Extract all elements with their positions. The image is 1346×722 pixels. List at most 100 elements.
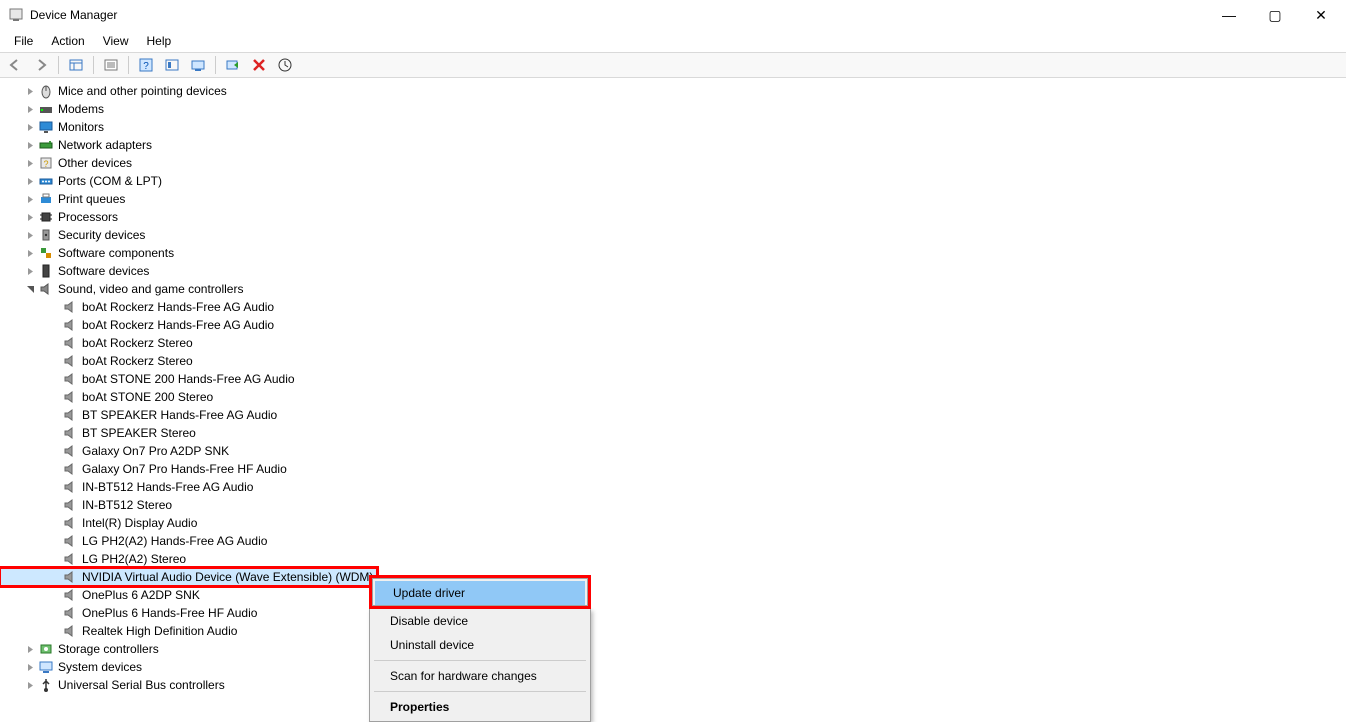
category-label: Security devices	[58, 228, 145, 242]
expander-icon[interactable]	[24, 105, 36, 114]
system-icon	[38, 659, 54, 675]
device-label: OnePlus 6 A2DP SNK	[82, 588, 200, 602]
device-label: OnePlus 6 Hands-Free HF Audio	[82, 606, 257, 620]
expander-icon[interactable]	[24, 87, 36, 96]
tree-device[interactable]: boAt STONE 200 Stereo	[0, 388, 1346, 406]
tree-category[interactable]: Sound, video and game controllers	[0, 280, 1346, 298]
sound-device-icon	[62, 587, 78, 603]
expander-icon[interactable]	[24, 195, 36, 204]
menu-help[interactable]: Help	[139, 32, 180, 50]
titlebar: Device Manager — ▢ ✕	[0, 0, 1346, 30]
device-tree[interactable]: Mice and other pointing devicesModems Mon…	[0, 78, 1346, 714]
menu-view[interactable]: View	[95, 32, 137, 50]
tree-device[interactable]: Galaxy On7 Pro A2DP SNK	[0, 442, 1346, 460]
tree-device[interactable]: Realtek High Definition Audio	[0, 622, 1346, 640]
tree-category[interactable]: Ports (COM & LPT)	[0, 172, 1346, 190]
tree-device[interactable]: LG PH2(A2) Stereo	[0, 550, 1346, 568]
expander-icon[interactable]	[24, 213, 36, 222]
expander-icon[interactable]	[24, 663, 36, 672]
tree-category[interactable]: Storage controllers	[0, 640, 1346, 658]
tree-device[interactable]: boAt Rockerz Stereo	[0, 352, 1346, 370]
tree-device[interactable]: BT SPEAKER Stereo	[0, 424, 1346, 442]
tree-category[interactable]: Processors	[0, 208, 1346, 226]
tree-device[interactable]: IN-BT512 Hands-Free AG Audio	[0, 478, 1346, 496]
device-label: Galaxy On7 Pro A2DP SNK	[82, 444, 229, 458]
properties-button[interactable]	[100, 54, 122, 76]
tree-category[interactable]: Software devices	[0, 262, 1346, 280]
expander-icon[interactable]	[24, 159, 36, 168]
forward-button[interactable]	[30, 54, 52, 76]
back-button[interactable]	[4, 54, 26, 76]
tree-category[interactable]: System devices	[0, 658, 1346, 676]
update-driver-button[interactable]	[274, 54, 296, 76]
device-label: boAt Rockerz Stereo	[82, 336, 193, 350]
expander-icon[interactable]	[24, 177, 36, 186]
sound-device-icon	[62, 515, 78, 531]
device-label: NVIDIA Virtual Audio Device (Wave Extens…	[82, 570, 373, 584]
maximize-button[interactable]: ▢	[1252, 0, 1298, 30]
context-uninstall-device[interactable]: Uninstall device	[372, 633, 588, 657]
other-icon: ?	[38, 155, 54, 171]
show-hide-tree-button[interactable]	[65, 54, 87, 76]
action-button[interactable]	[161, 54, 183, 76]
softdev-icon	[38, 263, 54, 279]
context-disable-device[interactable]: Disable device	[372, 609, 588, 633]
tree-device[interactable]: NVIDIA Virtual Audio Device (Wave Extens…	[0, 568, 377, 586]
tree-device[interactable]: IN-BT512 Stereo	[0, 496, 1346, 514]
context-update-driver[interactable]: Update driver	[375, 581, 585, 605]
sound-device-icon	[62, 569, 78, 585]
cpu-icon	[38, 209, 54, 225]
tree-category[interactable]: Monitors	[0, 118, 1346, 136]
uninstall-device-button[interactable]	[248, 54, 270, 76]
tree-category[interactable]: Mice and other pointing devices	[0, 82, 1346, 100]
menu-file[interactable]: File	[6, 32, 41, 50]
tree-category[interactable]: Network adapters	[0, 136, 1346, 154]
sound-icon	[38, 281, 54, 297]
device-label: Intel(R) Display Audio	[82, 516, 197, 530]
tree-device[interactable]: boAt Rockerz Hands-Free AG Audio	[0, 298, 1346, 316]
tree-device[interactable]: Intel(R) Display Audio	[0, 514, 1346, 532]
tree-category[interactable]: Print queues	[0, 190, 1346, 208]
tree-device[interactable]: boAt STONE 200 Hands-Free AG Audio	[0, 370, 1346, 388]
expander-icon[interactable]	[24, 645, 36, 654]
expander-icon[interactable]	[24, 231, 36, 240]
security-icon	[38, 227, 54, 243]
tree-category[interactable]: ?Other devices	[0, 154, 1346, 172]
context-scan-for-hardware-changes[interactable]: Scan for hardware changes	[372, 664, 588, 688]
expander-icon[interactable]	[24, 141, 36, 150]
context-properties[interactable]: Properties	[372, 695, 588, 719]
device-label: BT SPEAKER Hands-Free AG Audio	[82, 408, 277, 422]
device-label: boAt Rockerz Hands-Free AG Audio	[82, 318, 274, 332]
device-label: IN-BT512 Stereo	[82, 498, 172, 512]
tree-device[interactable]: boAt Rockerz Stereo	[0, 334, 1346, 352]
category-label: Monitors	[58, 120, 104, 134]
tree-device[interactable]: boAt Rockerz Hands-Free AG Audio	[0, 316, 1346, 334]
expander-icon[interactable]	[24, 681, 36, 690]
expander-icon[interactable]	[24, 285, 36, 294]
expander-icon[interactable]	[24, 267, 36, 276]
tree-device[interactable]: LG PH2(A2) Hands-Free AG Audio	[0, 532, 1346, 550]
device-label: boAt STONE 200 Stereo	[82, 390, 213, 404]
expander-icon[interactable]	[24, 123, 36, 132]
sound-device-icon	[62, 335, 78, 351]
menu-action[interactable]: Action	[43, 32, 92, 50]
tree-device[interactable]: OnePlus 6 A2DP SNK	[0, 586, 1346, 604]
minimize-button[interactable]: —	[1206, 0, 1252, 30]
tree-device[interactable]: Galaxy On7 Pro Hands-Free HF Audio	[0, 460, 1346, 478]
tree-category[interactable]: Software components	[0, 244, 1346, 262]
tree-category[interactable]: Universal Serial Bus controllers	[0, 676, 1346, 694]
expander-icon[interactable]	[24, 249, 36, 258]
storage-icon	[38, 641, 54, 657]
tree-category[interactable]: Security devices	[0, 226, 1346, 244]
tree-category[interactable]: Modems	[0, 100, 1346, 118]
sound-device-icon	[62, 317, 78, 333]
tree-device[interactable]: BT SPEAKER Hands-Free AG Audio	[0, 406, 1346, 424]
category-label: Universal Serial Bus controllers	[58, 678, 225, 692]
tree-device[interactable]: OnePlus 6 Hands-Free HF Audio	[0, 604, 1346, 622]
close-button[interactable]: ✕	[1298, 0, 1344, 30]
enable-device-button[interactable]	[222, 54, 244, 76]
context-separator	[374, 691, 586, 692]
scan-hardware-button[interactable]	[187, 54, 209, 76]
help-button[interactable]: ?	[135, 54, 157, 76]
category-label: Print queues	[58, 192, 125, 206]
